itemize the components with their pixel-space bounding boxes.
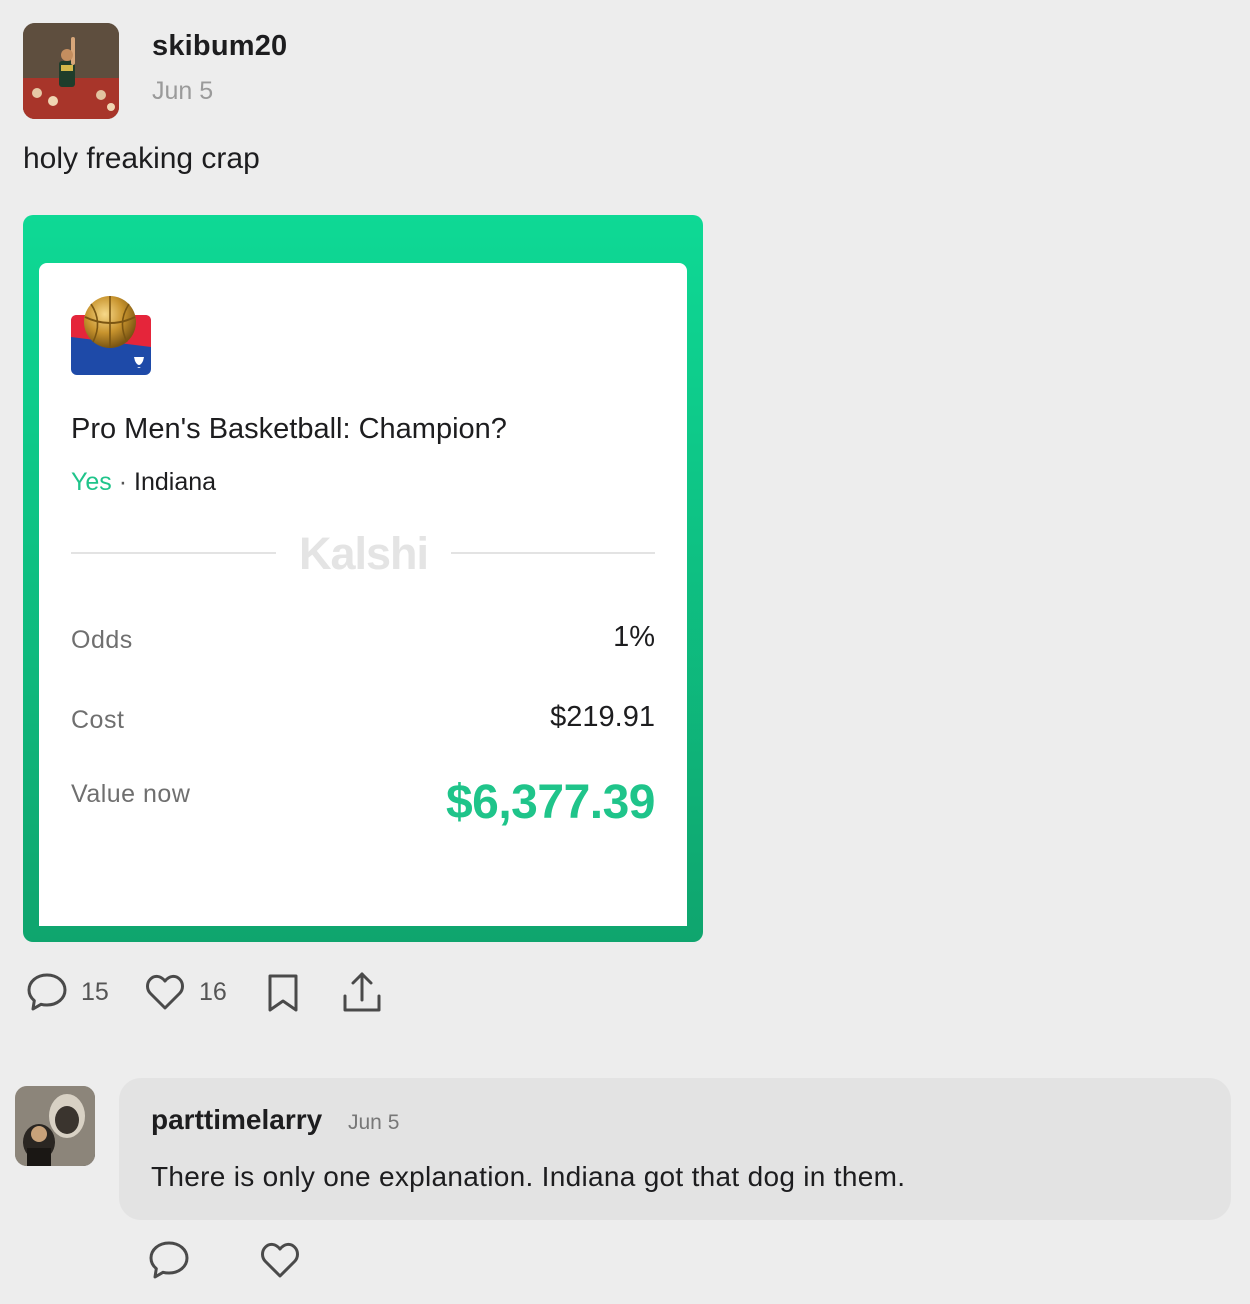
comment-like-button[interactable] — [258, 1238, 302, 1282]
comment-text: There is only one explanation. Indiana g… — [151, 1161, 906, 1192]
comment-icon — [25, 970, 69, 1014]
value-now-amount: $6,377.39 — [445, 776, 656, 829]
bookmark-button[interactable] — [266, 972, 300, 1016]
post-text: holy freaking crap — [23, 142, 260, 175]
reply-button[interactable] — [147, 1238, 191, 1282]
commenter-username[interactable]: parttimelarry — [151, 1104, 322, 1136]
share-button[interactable] — [341, 970, 383, 1016]
post-date: Jun 5 — [152, 77, 214, 105]
value-now-label: Value now — [71, 780, 191, 808]
comment-date: Jun 5 — [348, 1111, 400, 1134]
odds-value: 1% — [613, 621, 655, 653]
author-avatar[interactable] — [23, 23, 119, 119]
outcome-row: Yes · Indiana — [71, 468, 216, 497]
position-card-body: Pro Men's Basketball: Champion? Yes · In… — [39, 263, 687, 926]
cost-label: Cost — [71, 706, 125, 734]
bookmark-icon — [266, 972, 300, 1016]
reply-icon — [147, 1238, 191, 1282]
cost-value: $219.91 — [550, 701, 655, 733]
outcome-side: Yes — [71, 468, 112, 496]
commenter-avatar[interactable] — [15, 1086, 95, 1166]
odds-label: Odds — [71, 626, 133, 654]
comment-bubble: parttimelarry Jun 5 There is only one ex… — [119, 1078, 1231, 1220]
share-icon — [341, 970, 383, 1016]
heart-icon — [143, 970, 187, 1014]
like-count: 16 — [199, 977, 227, 1006]
like-button[interactable]: 16 — [143, 970, 227, 1014]
comment-button[interactable]: 15 — [25, 970, 109, 1014]
author-username[interactable]: skibum20 — [152, 30, 287, 63]
heart-icon — [258, 1238, 302, 1282]
brand-watermark: Kalshi — [298, 528, 429, 579]
market-title: Pro Men's Basketball: Champion? — [71, 413, 507, 445]
divider — [451, 552, 655, 554]
outcome-team: Indiana — [134, 468, 217, 496]
position-share-card[interactable]: Pro Men's Basketball: Champion? Yes · In… — [23, 215, 703, 942]
outcome-separator: · — [118, 468, 128, 496]
comment-count: 15 — [81, 977, 109, 1006]
basketball-trophy-icon — [71, 295, 151, 375]
divider — [71, 552, 276, 554]
